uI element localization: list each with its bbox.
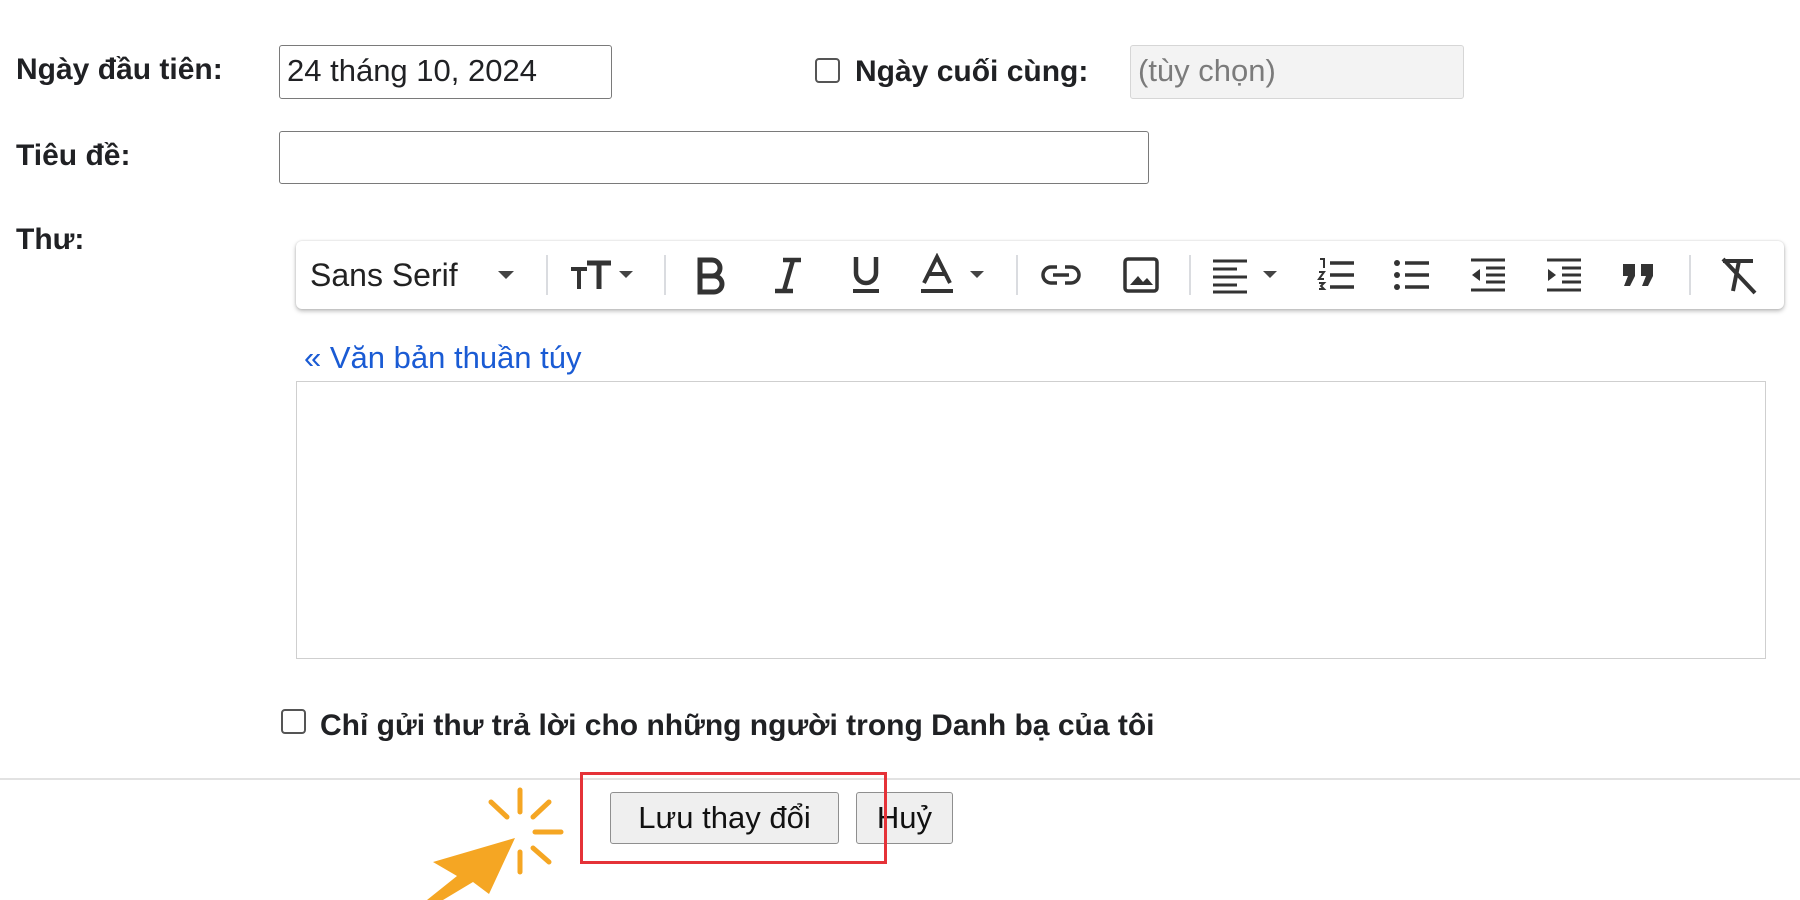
first-day-label: Ngày đầu tiên: [16, 53, 223, 86]
last-day-label: Ngày cuối cùng: [855, 55, 1089, 88]
text-color-button[interactable] [914, 241, 996, 309]
image-icon [1123, 257, 1159, 293]
font-size-button[interactable] [559, 241, 644, 309]
bulleted-list-button[interactable] [1381, 241, 1441, 309]
quote-icon [1623, 264, 1653, 286]
bold-icon [697, 257, 725, 295]
subject-input[interactable] [279, 131, 1149, 184]
font-size-icon [570, 260, 633, 289]
bulleted-list-icon [1394, 260, 1429, 290]
contacts-only-checkbox[interactable] [281, 709, 306, 734]
first-day-input[interactable]: 24 tháng 10, 2024 [279, 45, 612, 99]
font-family-select[interactable]: Sans Serif [310, 241, 518, 309]
subject-label: Tiêu đề: [16, 139, 131, 172]
indent-more-button[interactable] [1534, 241, 1594, 309]
contacts-only-label: Chỉ gửi thư trả lời cho những người tron… [320, 709, 1155, 742]
message-label: Thư: [16, 223, 85, 256]
bold-button[interactable] [681, 241, 739, 309]
section-divider [0, 778, 1800, 780]
indent-more-icon [1547, 258, 1581, 292]
underline-button[interactable] [837, 241, 895, 309]
insert-link-button[interactable] [1031, 241, 1091, 309]
last-day-input[interactable]: (tùy chọn) [1130, 45, 1464, 99]
chevron-down-icon [497, 271, 514, 279]
font-family-value: Sans Serif [310, 256, 458, 293]
toolbar-separator [546, 255, 548, 295]
highlight-box [580, 772, 887, 864]
click-cursor-icon [427, 787, 564, 900]
align-button[interactable] [1204, 241, 1289, 309]
toolbar-separator [1689, 255, 1691, 295]
toolbar-separator [664, 255, 666, 295]
remove-formatting-icon [1721, 257, 1757, 295]
insert-image-button[interactable] [1111, 241, 1171, 309]
plain-text-link[interactable]: « Văn bản thuần túy [304, 340, 582, 376]
align-left-icon [1212, 259, 1277, 294]
numbered-list-button[interactable] [1306, 241, 1366, 309]
numbered-list-icon [1317, 258, 1354, 290]
formatting-toolbar: Sans Serif [296, 241, 1784, 309]
quote-button[interactable] [1609, 241, 1669, 309]
link-icon [1041, 265, 1081, 285]
remove-formatting-button[interactable] [1708, 241, 1770, 309]
toolbar-separator [1016, 255, 1018, 295]
indent-less-button[interactable] [1458, 241, 1518, 309]
underline-icon [853, 257, 879, 293]
toolbar-separator [1189, 255, 1191, 295]
indent-less-icon [1471, 258, 1505, 292]
italic-button[interactable] [759, 241, 817, 309]
message-body-editor[interactable] [296, 381, 1766, 659]
italic-icon [775, 257, 801, 294]
last-day-checkbox[interactable] [815, 58, 840, 83]
text-color-icon [921, 253, 984, 293]
